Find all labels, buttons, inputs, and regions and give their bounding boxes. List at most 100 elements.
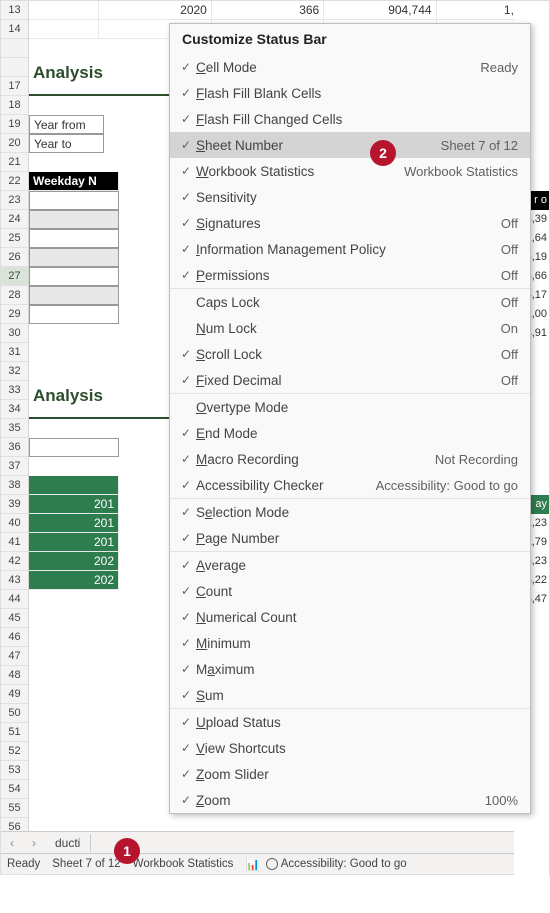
row-header[interactable]: 54 xyxy=(1,780,28,799)
status-bar-option[interactable]: ✓Scroll LockOff xyxy=(170,341,530,367)
row-header[interactable]: 37 xyxy=(1,457,28,476)
status-bar-option[interactable]: Num LockOn xyxy=(170,315,530,341)
menu-item-label: End Mode xyxy=(196,426,518,441)
status-bar-option[interactable]: ✓Minimum xyxy=(170,630,530,656)
row-header[interactable]: 55 xyxy=(1,799,28,818)
status-bar-option[interactable]: ✓View Shortcuts xyxy=(170,735,530,761)
row-header[interactable]: 21 xyxy=(1,153,28,172)
row-header[interactable]: 39 xyxy=(1,495,28,514)
status-bar-option[interactable]: ✓Average xyxy=(170,552,530,578)
row-header[interactable]: 30 xyxy=(1,324,28,343)
status-bar-option[interactable]: ✓Upload Status xyxy=(170,709,530,735)
status-bar-option[interactable]: ✓Sum xyxy=(170,682,530,708)
status-bar-option[interactable]: Overtype Mode xyxy=(170,394,530,420)
menu-item-value: Not Recording xyxy=(435,452,518,467)
status-bar-option[interactable]: ✓Accessibility CheckerAccessibility: Goo… xyxy=(170,472,530,498)
row-header[interactable]: 41 xyxy=(1,533,28,552)
row-header[interactable]: 18 xyxy=(1,96,28,115)
check-icon: ✓ xyxy=(176,216,196,230)
status-bar-option[interactable]: ✓Sensitivity xyxy=(170,184,530,210)
menu-item-label: View Shortcuts xyxy=(196,741,518,756)
status-accessibility[interactable]: Accessibility: Good to go xyxy=(266,858,407,870)
row-header[interactable] xyxy=(1,39,28,58)
row-header[interactable]: 23 xyxy=(1,191,28,210)
row-header[interactable]: 42 xyxy=(1,552,28,571)
row-header[interactable]: 13 xyxy=(1,1,28,20)
status-bar-option[interactable]: ✓Sheet NumberSheet 7 of 12 xyxy=(170,132,530,158)
row-header[interactable]: 53 xyxy=(1,761,28,780)
status-bar-option[interactable]: ✓Flash Fill Changed Cells xyxy=(170,106,530,132)
status-bar-option[interactable]: ✓Page Number xyxy=(170,525,530,551)
row-header[interactable]: 34 xyxy=(1,400,28,419)
menu-item-label: Sum xyxy=(196,688,518,703)
row-header[interactable]: 32 xyxy=(1,362,28,381)
row-header[interactable]: 40 xyxy=(1,514,28,533)
row-header[interactable]: 47 xyxy=(1,647,28,666)
row-header[interactable]: 51 xyxy=(1,723,28,742)
row-header[interactable]: 28 xyxy=(1,286,28,305)
menu-item-label: Scroll Lock xyxy=(196,347,501,362)
sheet-tab[interactable]: ducti xyxy=(45,834,91,852)
row-header[interactable]: 22 xyxy=(1,172,28,191)
sheet-nav-prev[interactable]: ‹ xyxy=(1,836,23,850)
status-bar-option[interactable]: ✓Zoom Slider xyxy=(170,761,530,787)
green-year-row: 201 xyxy=(29,495,119,514)
row-header[interactable]: 31 xyxy=(1,343,28,362)
row-header[interactable]: 45 xyxy=(1,609,28,628)
status-sheet-number: Sheet 7 of 12 xyxy=(52,858,120,870)
check-icon: ✓ xyxy=(176,86,196,100)
sheet-nav-next[interactable]: › xyxy=(23,836,45,850)
row-header[interactable]: 44 xyxy=(1,590,28,609)
row-header[interactable]: 27 xyxy=(1,267,28,286)
status-bar-option[interactable]: ✓End Mode xyxy=(170,420,530,446)
row-header[interactable]: 49 xyxy=(1,685,28,704)
status-bar-option[interactable]: ✓Count xyxy=(170,578,530,604)
row-header[interactable]: 26 xyxy=(1,248,28,267)
menu-item-label: Caps Lock xyxy=(196,295,501,310)
menu-item-label: Num Lock xyxy=(196,321,501,336)
badge-2: 2 xyxy=(370,140,396,166)
status-bar-option[interactable]: ✓Zoom100% xyxy=(170,787,530,813)
row-header[interactable]: 46 xyxy=(1,628,28,647)
check-icon: ✓ xyxy=(176,373,196,387)
status-bar-option[interactable]: ✓Selection Mode xyxy=(170,499,530,525)
status-ready: Ready xyxy=(7,858,40,870)
status-bar-option[interactable]: ✓Maximum xyxy=(170,656,530,682)
check-icon: ✓ xyxy=(176,505,196,519)
row-header[interactable]: 33 xyxy=(1,381,28,400)
row-header[interactable]: 35 xyxy=(1,419,28,438)
status-bar-option[interactable]: ✓Fixed DecimalOff xyxy=(170,367,530,393)
status-bar-option[interactable]: ✓PermissionsOff xyxy=(170,262,530,288)
row-header[interactable]: 17 xyxy=(1,77,28,96)
menu-item-label: Minimum xyxy=(196,636,518,651)
status-bar-option[interactable]: Caps LockOff xyxy=(170,289,530,315)
row-header[interactable]: 38 xyxy=(1,476,28,495)
menu-item-label: Sensitivity xyxy=(196,190,518,205)
status-bar-option[interactable]: ✓Cell ModeReady xyxy=(170,54,530,80)
row-header[interactable]: 50 xyxy=(1,704,28,723)
row-header[interactable]: 24 xyxy=(1,210,28,229)
status-bar-option[interactable]: ✓Flash Fill Blank Cells xyxy=(170,80,530,106)
row-header[interactable]: 48 xyxy=(1,666,28,685)
check-icon: ✓ xyxy=(176,558,196,572)
row-header[interactable]: 29 xyxy=(1,305,28,324)
status-bar-option[interactable]: ✓SignaturesOff xyxy=(170,210,530,236)
row-header[interactable]: 14 xyxy=(1,20,28,39)
status-workbook-statistics[interactable]: Workbook Statistics xyxy=(133,858,234,870)
sheet-tab-strip[interactable]: ‹ › ducti lc_C xyxy=(1,831,549,853)
menu-item-label: Signatures xyxy=(196,216,501,231)
check-icon: ✓ xyxy=(176,426,196,440)
status-bar-option[interactable]: ✓Information Management PolicyOff xyxy=(170,236,530,262)
customize-status-bar-menu[interactable]: Customize Status Bar ✓Cell ModeReady✓Fla… xyxy=(169,23,531,814)
status-bar-option[interactable]: ✓Numerical Count xyxy=(170,604,530,630)
row-header[interactable]: 25 xyxy=(1,229,28,248)
status-bar-option[interactable]: ✓Workbook StatisticsWorkbook Statistics xyxy=(170,158,530,184)
row-header[interactable]: 36 xyxy=(1,438,28,457)
row-header[interactable] xyxy=(1,58,28,77)
row-header[interactable]: 19 xyxy=(1,115,28,134)
cell-year: 2020 xyxy=(99,1,211,20)
row-header[interactable]: 20 xyxy=(1,134,28,153)
status-bar-option[interactable]: ✓Macro RecordingNot Recording xyxy=(170,446,530,472)
row-header[interactable]: 43 xyxy=(1,571,28,590)
row-header[interactable]: 52 xyxy=(1,742,28,761)
